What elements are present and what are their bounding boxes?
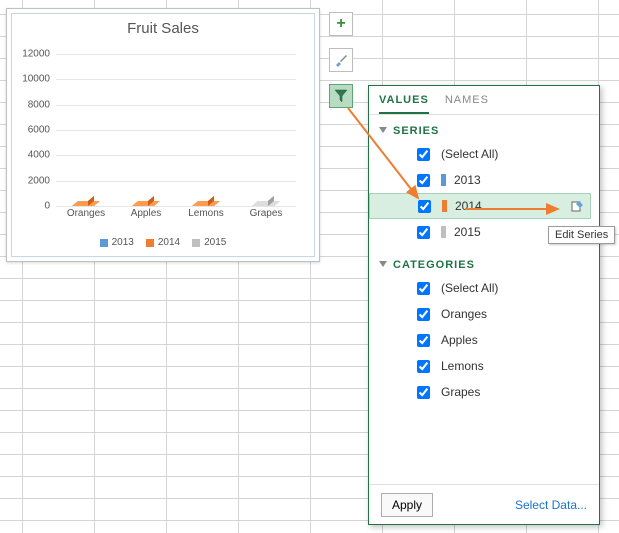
checkbox[interactable] bbox=[417, 308, 430, 321]
category-item[interactable]: Apples bbox=[369, 327, 599, 353]
y-tick-label: 10000 bbox=[22, 74, 50, 85]
legend-item: 2013 bbox=[100, 237, 134, 248]
checkbox[interactable] bbox=[417, 226, 430, 239]
checkbox-categories-all[interactable] bbox=[417, 282, 430, 295]
chart-title: Fruit Sales bbox=[12, 20, 314, 37]
section-series-label: SERIES bbox=[393, 125, 439, 137]
select-all-label: (Select All) bbox=[441, 147, 498, 161]
y-tick-label: 0 bbox=[44, 201, 50, 212]
chart-legend: 2013 2014 2015 bbox=[12, 237, 314, 248]
y-tick-label: 2000 bbox=[28, 175, 50, 186]
chart-y-axis: 020004000600080001000012000 bbox=[12, 54, 54, 206]
chart-add-element-button[interactable]: + bbox=[329, 12, 353, 36]
checkbox[interactable] bbox=[417, 386, 430, 399]
x-tick-label: Apples bbox=[116, 208, 176, 224]
chart-container[interactable]: Fruit Sales 020004000600080001000012000 … bbox=[6, 8, 320, 262]
series-select-all[interactable]: (Select All) bbox=[369, 141, 599, 167]
edit-series-icon[interactable] bbox=[570, 198, 586, 214]
series-item-label: 2014 bbox=[455, 199, 482, 213]
checkbox-series-all[interactable] bbox=[417, 148, 430, 161]
categories-select-all[interactable]: (Select All) bbox=[369, 275, 599, 301]
chart-filter-panel: VALUES NAMES SERIES (Select All) 2013 201… bbox=[368, 85, 600, 525]
x-tick-label: Grapes bbox=[236, 208, 296, 224]
category-item-label: Oranges bbox=[441, 307, 487, 321]
plus-icon: + bbox=[336, 16, 345, 32]
panel-tabs: VALUES NAMES bbox=[369, 86, 599, 115]
y-tick-label: 12000 bbox=[22, 49, 50, 60]
category-item-label: Lemons bbox=[441, 359, 484, 373]
apply-button[interactable]: Apply bbox=[381, 493, 433, 517]
series-item-label: 2013 bbox=[454, 173, 481, 187]
category-item[interactable]: Lemons bbox=[369, 353, 599, 379]
y-tick-label: 4000 bbox=[28, 150, 50, 161]
series-item[interactable]: 2013 bbox=[369, 167, 599, 193]
series-color-mark bbox=[442, 200, 447, 212]
checkbox[interactable] bbox=[417, 360, 430, 373]
caret-down-icon[interactable] bbox=[379, 261, 387, 267]
legend-item: 2014 bbox=[146, 237, 180, 248]
series-color-mark bbox=[441, 174, 446, 186]
x-tick-label: Oranges bbox=[56, 208, 116, 224]
paintbrush-icon bbox=[333, 52, 349, 68]
y-tick-label: 6000 bbox=[28, 125, 50, 136]
funnel-icon bbox=[334, 89, 348, 103]
category-item[interactable]: Grapes bbox=[369, 379, 599, 405]
chart-filters-button[interactable] bbox=[329, 84, 353, 108]
panel-footer: Apply Select Data... bbox=[369, 484, 599, 524]
y-tick-label: 8000 bbox=[28, 99, 50, 110]
tab-names[interactable]: NAMES bbox=[445, 94, 489, 114]
series-item-label: 2015 bbox=[454, 225, 481, 239]
select-data-link[interactable]: Select Data... bbox=[515, 498, 587, 512]
chart-plot-area: Fruit Sales 020004000600080001000012000 … bbox=[11, 13, 315, 257]
chart-plot bbox=[56, 54, 296, 206]
caret-down-icon[interactable] bbox=[379, 127, 387, 133]
series-color-mark bbox=[441, 226, 446, 238]
category-item-label: Apples bbox=[441, 333, 478, 347]
checkbox[interactable] bbox=[417, 334, 430, 347]
legend-item: 2015 bbox=[192, 237, 226, 248]
tab-values[interactable]: VALUES bbox=[379, 94, 429, 114]
select-all-label: (Select All) bbox=[441, 281, 498, 295]
tooltip-edit-series: Edit Series bbox=[548, 226, 615, 244]
category-item[interactable]: Oranges bbox=[369, 301, 599, 327]
checkbox[interactable] bbox=[418, 200, 431, 213]
checkbox[interactable] bbox=[417, 174, 430, 187]
chart-styles-button[interactable] bbox=[329, 48, 353, 72]
category-item-label: Grapes bbox=[441, 385, 480, 399]
x-tick-label: Lemons bbox=[176, 208, 236, 224]
series-item[interactable]: 2014 bbox=[369, 193, 591, 219]
chart-x-labels: OrangesApplesLemonsGrapes bbox=[56, 208, 296, 224]
section-categories-label: CATEGORIES bbox=[393, 259, 475, 271]
